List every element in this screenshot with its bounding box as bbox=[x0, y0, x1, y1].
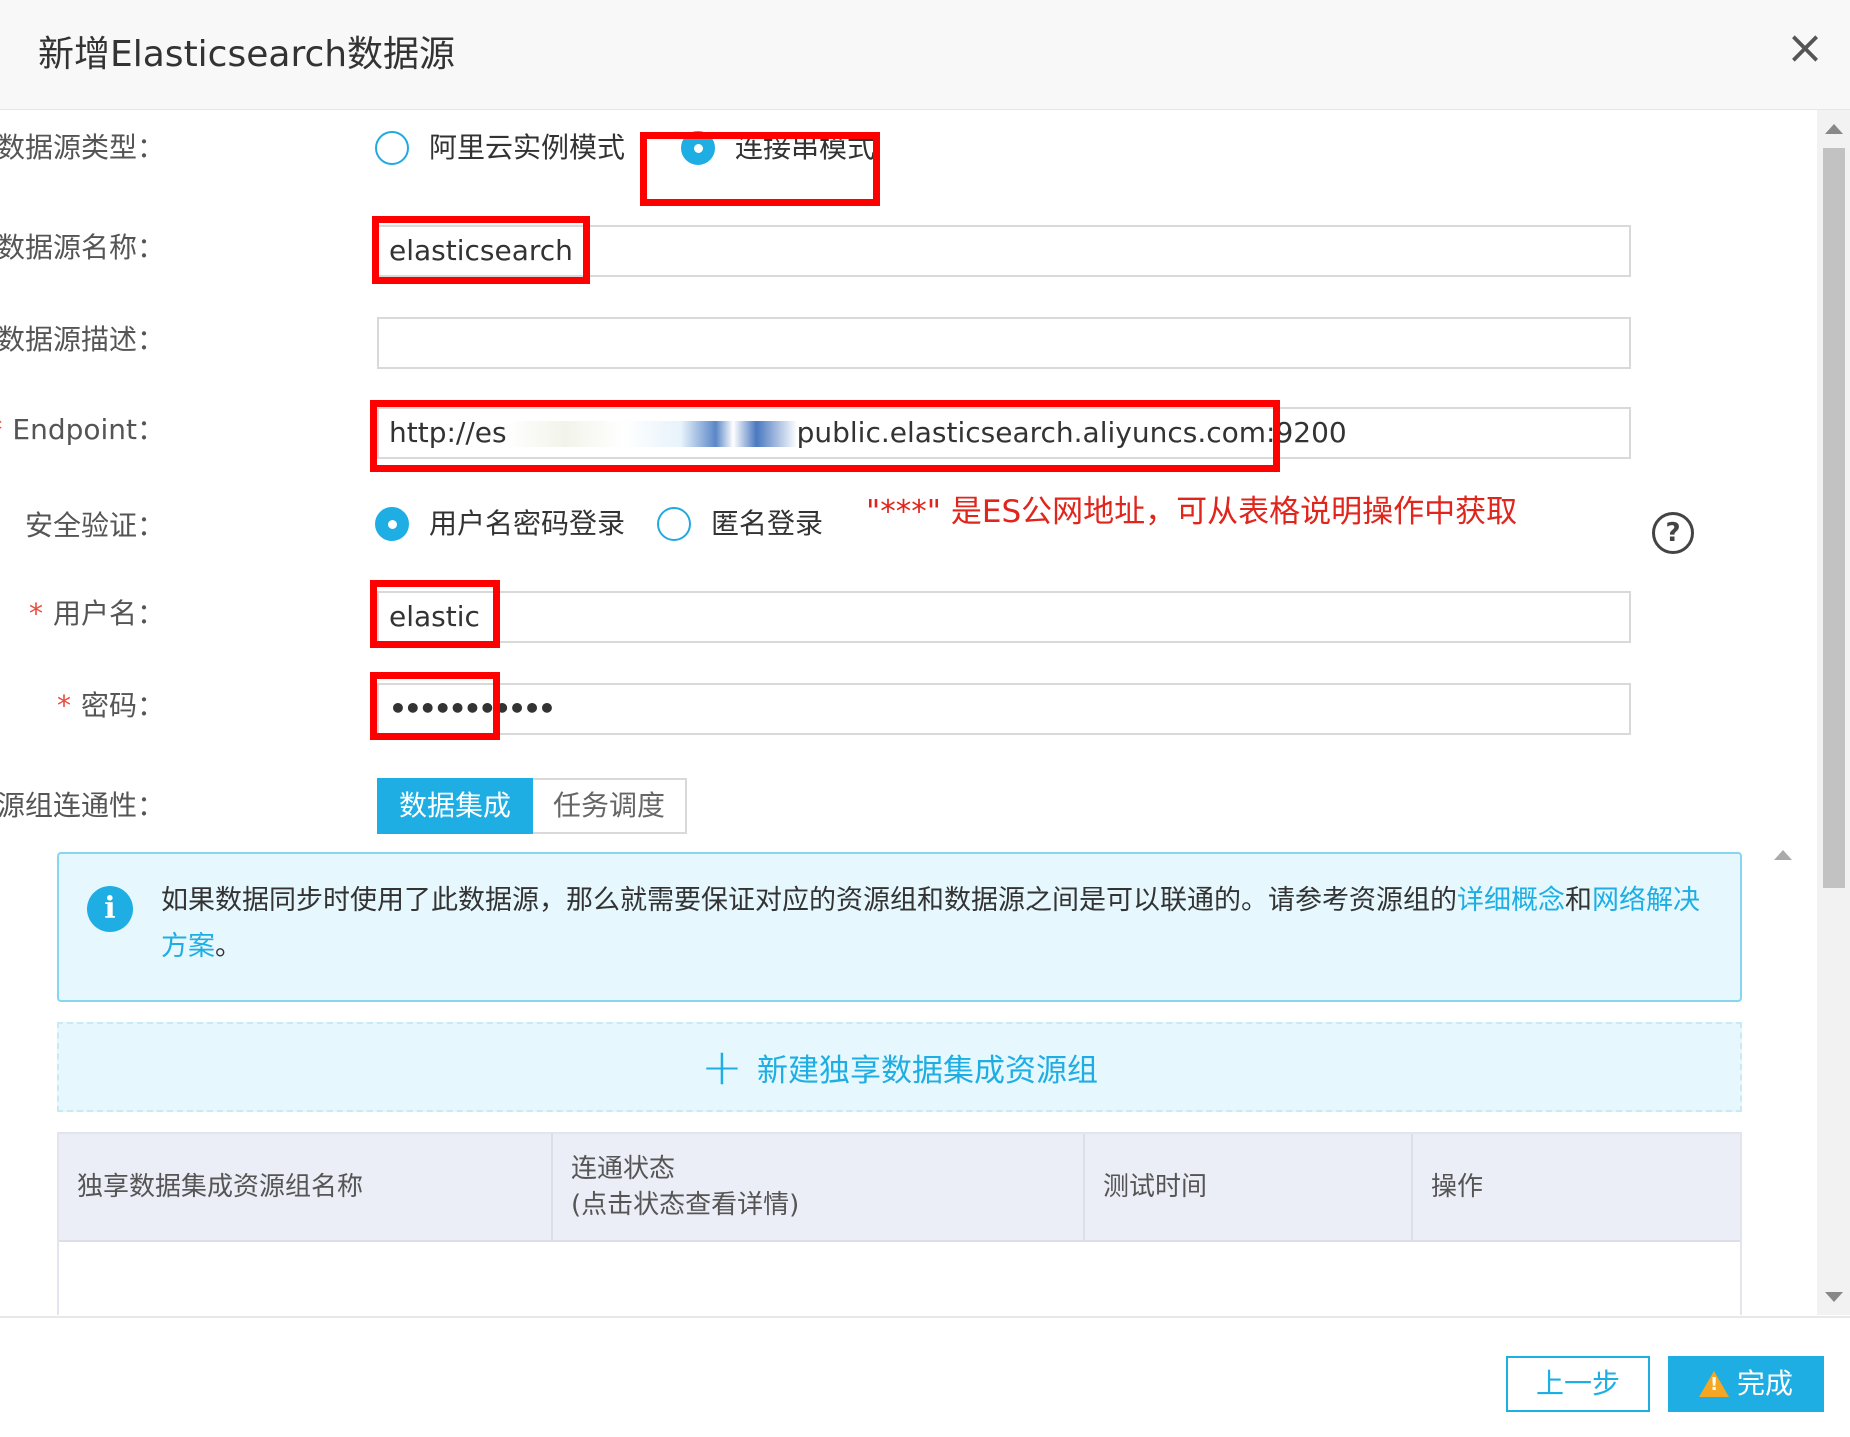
auth-row: 安全验证： 用户名密码登录 匿名登录 "***" 是ES公网地址，可从表格说明操… bbox=[0, 494, 1640, 558]
connectivity-label: 资源组连通性： bbox=[0, 789, 165, 822]
connectivity-tabs: 数据集成 任务调度 bbox=[377, 778, 688, 834]
dialog-header: 新增Elasticsearch数据源 × bbox=[0, 0, 1850, 110]
ds-name-row: *数据源名称： elasticsearch bbox=[0, 216, 1640, 284]
close-icon[interactable]: × bbox=[1783, 22, 1827, 72]
password-label: * 密码： bbox=[57, 686, 165, 726]
username-row: * 用户名： elastic bbox=[0, 580, 1640, 650]
col-header-name: 独享数据集成资源组名称 bbox=[59, 1134, 553, 1240]
connectivity-row: 资源组连通性： bbox=[0, 778, 1640, 834]
tab-data-integration[interactable]: 数据集成 bbox=[377, 778, 534, 834]
required-mark: * bbox=[28, 597, 43, 630]
endpoint-annotation: "***" 是ES公网地址，可从表格说明操作中获取 bbox=[866, 494, 1518, 530]
info-alert: i 如果数据同步时使用了此数据源，那么就需要保证对应的资源组和数据源之间是可以联… bbox=[57, 852, 1742, 1002]
prev-step-button[interactable]: 上一步 bbox=[1506, 1356, 1650, 1412]
resource-group-table: 独享数据集成资源组名称 连通状态 (点击状态查看详情) 测试时间 操作 bbox=[57, 1132, 1742, 1315]
radio-connection-string[interactable]: 连接串模式 bbox=[681, 128, 875, 168]
auth-radio-group: 用户名密码登录 匿名登录 bbox=[375, 504, 859, 544]
inner-scroll-up-icon[interactable] bbox=[1774, 850, 1792, 860]
ds-type-row: *数据源类型： 阿里云实例模式 连接串模式 bbox=[0, 120, 1640, 206]
endpoint-redacted bbox=[506, 421, 797, 447]
password-input[interactable]: ••••••••••• bbox=[377, 683, 1631, 735]
ds-desc-row: 数据源描述： bbox=[0, 317, 1640, 376]
plus-icon: + bbox=[701, 1038, 743, 1096]
radio-checked-icon bbox=[681, 131, 716, 165]
required-mark: * bbox=[0, 410, 2, 450]
ds-desc-input[interactable] bbox=[377, 317, 1631, 369]
radio-checked-icon bbox=[375, 507, 409, 541]
radio-username-password[interactable]: 用户名密码登录 bbox=[375, 504, 625, 544]
dialog-title: 新增Elasticsearch数据源 bbox=[38, 34, 456, 75]
info-text: 如果数据同步时使用了此数据源，那么就需要保证对应的资源组和数据源之间是可以联通的… bbox=[161, 885, 1700, 962]
endpoint-label: *Endpoint： bbox=[0, 410, 165, 450]
col-header-actions: 操作 bbox=[1431, 1172, 1484, 1202]
scroll-up-icon[interactable] bbox=[1825, 124, 1843, 134]
required-mark: * bbox=[56, 689, 71, 722]
endpoint-input[interactable]: http://es public.elasticsearch.aliyuncs.c… bbox=[377, 407, 1631, 459]
warning-icon bbox=[1698, 1371, 1729, 1397]
dialog-body: *数据源类型： 阿里云实例模式 连接串模式 *数据源名称： elasticsea… bbox=[0, 110, 1850, 1315]
radio-aliyun-instance[interactable]: 阿里云实例模式 bbox=[375, 128, 625, 168]
scroll-down-icon[interactable] bbox=[1825, 1292, 1843, 1302]
finish-button[interactable]: 完成 bbox=[1668, 1356, 1824, 1412]
help-icon[interactable]: ? bbox=[1652, 512, 1694, 554]
add-resource-group-button[interactable]: + 新建独享数据集成资源组 bbox=[57, 1022, 1742, 1112]
col-header-test-time: 测试时间 bbox=[1085, 1134, 1413, 1240]
username-input[interactable]: elastic bbox=[377, 591, 1631, 643]
radio-anonymous[interactable]: 匿名登录 bbox=[657, 504, 823, 544]
col-header-status: 连通状态 (点击状态查看详情) bbox=[553, 1134, 1085, 1240]
endpoint-row: *Endpoint： http://es public.elasticsearch… bbox=[0, 400, 1640, 472]
scrollbar-thumb[interactable] bbox=[1823, 148, 1845, 888]
info-icon: i bbox=[87, 886, 133, 932]
scrollbar[interactable] bbox=[1817, 110, 1850, 1315]
ds-type-label: *数据源类型： bbox=[0, 131, 165, 164]
auth-label: 安全验证： bbox=[24, 509, 165, 542]
radio-unchecked-icon bbox=[375, 131, 409, 165]
dialog-footer: 上一步 完成 bbox=[0, 1316, 1850, 1437]
link-detail-concept[interactable]: 详细概念 bbox=[1457, 885, 1565, 916]
tab-task-scheduling[interactable]: 任务调度 bbox=[533, 778, 688, 834]
radio-unchecked-icon bbox=[657, 507, 692, 541]
dialog: 新增Elasticsearch数据源 × *数据源类型： 阿里云实例模式 连接串… bbox=[0, 0, 1850, 1437]
ds-name-label: *数据源名称： bbox=[0, 231, 165, 264]
password-row: * 密码： ••••••••••• bbox=[0, 672, 1640, 742]
endpoint-suffix: public.elasticsearch.aliyuncs.com:9200 bbox=[796, 416, 1347, 449]
ds-name-input[interactable]: elasticsearch bbox=[377, 225, 1631, 277]
ds-desc-label: 数据源描述： bbox=[0, 323, 165, 356]
table-header: 独享数据集成资源组名称 连通状态 (点击状态查看详情) 测试时间 操作 bbox=[59, 1134, 1740, 1242]
ds-type-radio-group: 阿里云实例模式 连接串模式 bbox=[375, 128, 911, 168]
endpoint-prefix: http://es bbox=[389, 416, 507, 449]
username-label: * 用户名： bbox=[29, 594, 165, 634]
